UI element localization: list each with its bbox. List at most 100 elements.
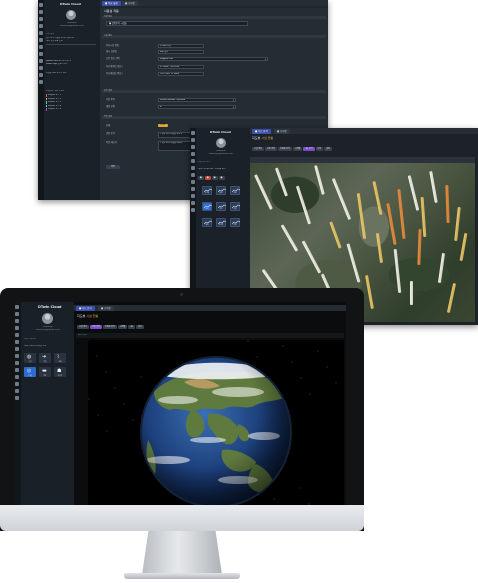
layer-button[interactable]: ▬ 경로 <box>39 367 51 377</box>
data-bar[interactable] <box>329 221 342 249</box>
layer-button[interactable]: ◎ 시계열 <box>24 367 36 377</box>
chart-type-button[interactable]: 시계열 <box>202 186 212 195</box>
toolbar-button-2[interactable]: 측정값 분석 <box>103 325 117 329</box>
measure-select[interactable]: Sensor Monitor Overview ▾ <box>158 97 236 102</box>
bell-icon[interactable] <box>39 66 43 70</box>
toolbar-button-6[interactable]: 설정 <box>324 147 332 151</box>
home-icon[interactable] <box>15 305 19 309</box>
tab-main-settings[interactable]: ■ 주요 설정 <box>102 1 121 6</box>
toolbar-button-5[interactable]: 비교 <box>136 325 144 329</box>
folder-icon[interactable] <box>15 361 19 365</box>
data-bar[interactable] <box>429 170 438 204</box>
data-bar[interactable] <box>295 185 312 225</box>
user-icon[interactable] <box>15 347 19 351</box>
bell-icon[interactable] <box>191 194 195 198</box>
confirm-button[interactable]: 확인 <box>106 165 120 169</box>
data-bar[interactable] <box>301 240 322 274</box>
chart-icon[interactable] <box>191 152 195 156</box>
toolbar-button-1[interactable]: 교통 현황 <box>265 147 277 151</box>
data-bar[interactable] <box>386 203 397 245</box>
help-icon[interactable] <box>15 382 19 386</box>
share-icon[interactable] <box>15 354 19 358</box>
chart-type-button[interactable]: 상관 <box>230 202 240 211</box>
project-link[interactable]: Project 링크 5 <box>46 108 86 111</box>
layer-button[interactable]: ⌇ 교통 <box>54 353 66 363</box>
settings-icon[interactable] <box>191 201 195 205</box>
database-icon[interactable] <box>15 333 19 337</box>
data-bar[interactable] <box>314 165 325 195</box>
data-bar[interactable] <box>365 274 374 310</box>
toolbar-button-1[interactable]: 교통 현황 <box>90 325 102 329</box>
example-input[interactable]: sub 설정 <box>158 49 204 54</box>
toolbar-button-0[interactable]: 시설 정보 <box>252 147 264 151</box>
globe-icon[interactable] <box>15 340 19 344</box>
share-icon[interactable] <box>191 180 195 184</box>
data-bar[interactable] <box>393 248 402 294</box>
toolbar-button-4[interactable]: 3D <box>128 325 136 329</box>
spatial-select[interactable]: Mapped Grid ▾ <box>158 56 268 61</box>
latlng-input[interactable]: 37.5665, 126.9780 <box>158 64 204 69</box>
data-bar[interactable] <box>459 232 468 262</box>
folder-icon[interactable] <box>39 59 43 63</box>
layer-button[interactable]: ◍ 시설 <box>24 353 36 363</box>
globe-icon[interactable] <box>39 38 43 42</box>
user-icon[interactable] <box>39 45 43 49</box>
lnglat-input[interactable]: 126.9780, 37.5665 <box>158 71 204 76</box>
data-bar[interactable] <box>417 228 422 266</box>
sidebar-line[interactable]: Model Map 업로드 대기 <box>46 63 98 66</box>
map-icon[interactable] <box>39 17 43 21</box>
unit-select[interactable]: kl ▾ <box>158 104 236 109</box>
chart-type-button[interactable]: 밀도 <box>216 202 226 211</box>
avatar[interactable] <box>216 138 226 148</box>
layers-icon[interactable] <box>15 312 19 316</box>
data-bar[interactable] <box>346 243 361 283</box>
toolbar-button-3[interactable]: 시계열 <box>117 325 128 329</box>
home-icon[interactable] <box>39 3 43 7</box>
project-link[interactable]: Project 링크 2 <box>46 97 86 101</box>
avatar[interactable] <box>42 313 53 324</box>
data-bar[interactable] <box>254 174 273 210</box>
chart-type-button[interactable]: 비교 <box>202 202 212 211</box>
panel-tab[interactable]: ■ <box>204 176 211 180</box>
project-link[interactable]: Project 링크 4 <box>46 104 86 108</box>
data-bar[interactable] <box>375 232 384 264</box>
gear-icon[interactable] <box>15 389 19 393</box>
chart-type-button[interactable]: 합계 <box>230 218 240 227</box>
home-icon[interactable] <box>191 131 195 135</box>
data-bar[interactable] <box>407 175 420 211</box>
panel-tab[interactable]: ■ <box>198 176 204 180</box>
tab-org[interactable]: ■ 조직정 <box>122 1 138 6</box>
data-bar[interactable] <box>445 184 450 224</box>
chart-icon[interactable] <box>39 24 43 28</box>
layers-icon[interactable] <box>39 10 43 14</box>
data-bar[interactable] <box>410 281 413 305</box>
avatar[interactable] <box>66 10 76 20</box>
sidebar-line[interactable]: 시설물 점검 보고서 생성 <box>46 72 98 75</box>
info-icon[interactable] <box>15 396 19 400</box>
database-icon[interactable] <box>191 159 195 163</box>
layer-button[interactable]: ☗ 사용자 <box>54 367 66 377</box>
chart-type-button[interactable]: 추세 <box>230 186 240 195</box>
chart-type-button[interactable]: 이상치 <box>216 218 226 227</box>
data-bar[interactable] <box>331 178 352 220</box>
facility-name-input[interactable]: DTWin 시설 <box>158 43 204 48</box>
toolbar-button-4[interactable]: 3D 보기 <box>303 147 315 151</box>
globe-view[interactable] <box>87 339 344 509</box>
bell-icon[interactable] <box>15 368 19 372</box>
user-icon[interactable] <box>191 173 195 177</box>
project-link[interactable]: Project 링크 3 <box>46 101 86 104</box>
toolbar-button-3[interactable]: 시계열 <box>292 147 303 151</box>
tab-map-analysis[interactable]: ■ 지도 분석 <box>76 306 95 311</box>
chart-icon[interactable] <box>15 326 19 330</box>
toolbar-button-0[interactable]: 시설 정보 <box>77 325 89 329</box>
settings-icon[interactable] <box>39 73 43 77</box>
data-bar[interactable] <box>397 188 406 240</box>
toolbar-button-5[interactable]: 비교 <box>315 147 324 151</box>
chart-type-button[interactable]: 예측 <box>202 218 212 227</box>
layer-button[interactable]: ➜ 이동 <box>39 353 51 363</box>
data-bar[interactable] <box>446 283 457 313</box>
help-icon[interactable] <box>191 208 195 212</box>
database-icon[interactable] <box>39 31 43 35</box>
sidebar-line[interactable]: 배치 작업 완료 알림 <box>46 40 98 43</box>
tab-org[interactable]: ■ 조직정 <box>98 306 114 311</box>
